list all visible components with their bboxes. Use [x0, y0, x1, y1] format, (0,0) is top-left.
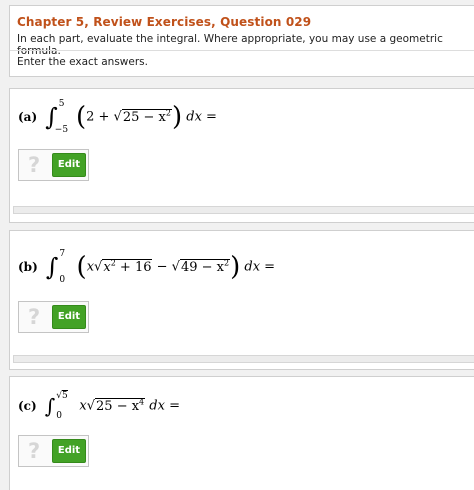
part-c-panel: (c) ∫ √5 0 x√25 − x4 dx = ? Edit	[9, 376, 474, 490]
part-b-radicand-2: 49 − x2	[179, 258, 231, 275]
help-question-icon[interactable]: ?	[28, 153, 40, 177]
part-b-lead: x	[86, 259, 95, 275]
part-a-edit-button[interactable]: Edit	[52, 153, 86, 177]
part-a-panel: (a) ∫ 5 −5 (2 + √25 − x2) dx = ? Edit	[9, 88, 474, 223]
part-b-upper-limit: 7	[59, 249, 66, 259]
part-c-radicand: 25 − x4	[95, 397, 146, 414]
part-a-radicand-exponent: 2	[165, 108, 171, 118]
part-a-limits: 5 −5	[54, 99, 72, 135]
part-c-answer-box: ? Edit	[18, 435, 89, 467]
sqrt-icon: √	[86, 398, 96, 414]
part-a-radicand-base: 25 − x	[122, 109, 166, 125]
part-a-lead: 2 +	[86, 109, 114, 125]
integral-sign-icon: ∫	[45, 253, 59, 281]
sqrt-icon: √	[113, 109, 122, 125]
part-b-answer-box: ? Edit	[18, 301, 89, 333]
part-b-label: (b)	[18, 259, 38, 274]
right-paren-icon: )	[171, 102, 183, 132]
instruction-text: In each part, evaluate the integral. Whe…	[17, 33, 443, 57]
part-b-radicand-1-tail: + 16	[115, 259, 152, 275]
left-paren-icon: (	[75, 102, 87, 132]
part-a-lower-limit: −5	[54, 125, 69, 135]
part-b-radicand-1-base: x	[103, 259, 111, 275]
part-c-expression: (c) ∫ √5 0 x√25 − x4 dx =	[18, 390, 180, 421]
part-a-upper-limit: 5	[58, 99, 65, 109]
right-paren-icon: )	[230, 252, 241, 282]
part-c-limits: √5 0	[55, 390, 75, 421]
sqrt-icon: √	[171, 259, 180, 275]
part-b-edit-button[interactable]: Edit	[52, 305, 86, 329]
question-header-panel: Chapter 5, Review Exercises, Question 02…	[9, 5, 474, 77]
part-a-tail: dx =	[186, 109, 217, 125]
help-question-icon[interactable]: ?	[28, 439, 40, 463]
part-b-tail: dx =	[244, 259, 276, 275]
part-b-expression: (b) ∫ 7 0 (x√x2 + 16 − √49 − x2) dx =	[18, 249, 275, 285]
part-a-label: (a)	[18, 109, 38, 124]
part-c-radicand-base: 25 − x	[96, 398, 140, 414]
part-b-radicand-2-base: 49 − x	[180, 259, 224, 275]
part-c-label: (c)	[18, 398, 37, 413]
part-c-radicand-exponent: 4	[139, 397, 145, 407]
part-c-lower-limit: 0	[56, 411, 62, 421]
part-b-radicand-2-exponent: 2	[223, 258, 230, 268]
part-b-scrollbar[interactable]	[13, 355, 474, 363]
header-divider	[10, 50, 474, 51]
part-a-scrollbar[interactable]	[13, 206, 474, 214]
exact-answers-note: Enter the exact answers.	[17, 56, 148, 68]
part-c-lead: x	[79, 398, 87, 414]
part-a-answer-box: ? Edit	[18, 149, 89, 181]
part-a-expression: (a) ∫ 5 −5 (2 + √25 − x2) dx =	[18, 99, 217, 135]
integral-sign-icon: ∫	[44, 394, 56, 418]
part-c-upper-root: 5	[61, 390, 68, 401]
part-b-panel: (b) ∫ 7 0 (x√x2 + 16 − √49 − x2) dx = ? Ed…	[9, 230, 474, 370]
part-a-radicand: 25 − x2	[121, 108, 172, 125]
part-b-minus: −	[152, 259, 172, 275]
part-c-upper-limit: √5	[56, 390, 68, 401]
part-c-tail: dx =	[149, 398, 180, 414]
part-b-radicand-1: x2 + 16	[102, 258, 153, 275]
part-b-limits: 70	[58, 249, 72, 285]
part-b-lower-limit: 0	[59, 275, 66, 285]
question-title: Chapter 5, Review Exercises, Question 02…	[17, 15, 312, 29]
left-paren-icon: (	[76, 252, 87, 282]
part-c-edit-button[interactable]: Edit	[52, 439, 86, 463]
help-question-icon[interactable]: ?	[28, 305, 40, 329]
